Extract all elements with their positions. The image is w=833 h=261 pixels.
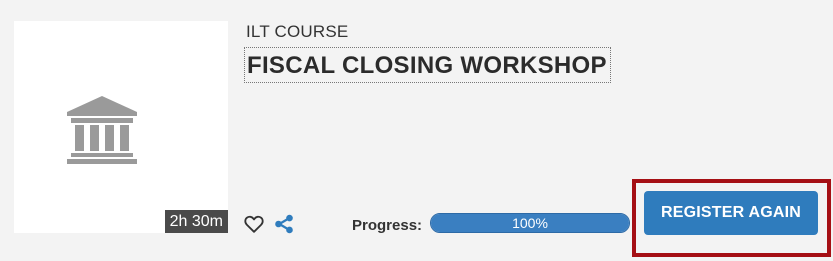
progress-label: Progress: — [352, 217, 423, 234]
progress-bar: 100% — [430, 213, 630, 233]
course-title[interactable]: FISCAL CLOSING WORKSHOP — [244, 47, 611, 83]
bank-building-icon — [67, 96, 137, 164]
course-type-label: ILT COURSE — [246, 22, 349, 41]
share-icon[interactable] — [273, 213, 295, 235]
progress-percent-text: 100% — [512, 215, 548, 231]
heart-outline-icon[interactable] — [243, 213, 265, 235]
duration-badge: 2h 30m — [164, 210, 228, 233]
register-again-button[interactable]: REGISTER AGAIN — [644, 191, 818, 235]
course-thumbnail[interactable]: 2h 30m — [14, 21, 228, 233]
